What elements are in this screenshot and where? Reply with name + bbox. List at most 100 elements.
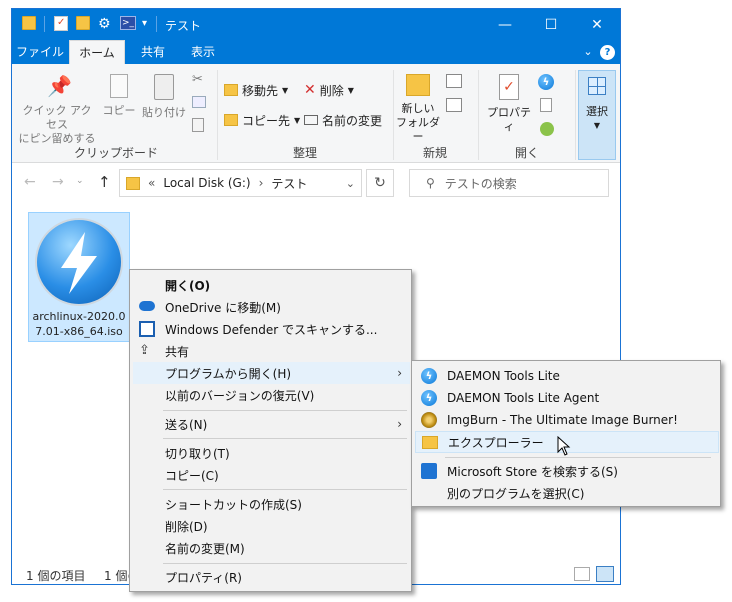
menu-item-label: 送る(N) — [165, 417, 208, 432]
properties-qat-icon[interactable]: ✓ — [54, 16, 68, 31]
menu-separator — [445, 457, 711, 458]
tab-view[interactable]: 表示 — [180, 40, 226, 64]
submenu-item-choose-program[interactable]: 別のプログラムを選択(C) — [415, 482, 719, 504]
paste-button[interactable]: 貼り付け — [140, 74, 188, 120]
file-item[interactable]: archlinux-2020.07.01-x86_64.iso — [28, 212, 130, 342]
menu-separator — [163, 410, 407, 411]
open-with-daemon-icon[interactable]: ϟ — [538, 74, 554, 90]
breadcrumb-folder[interactable]: テスト — [271, 175, 307, 192]
properties-icon: ✓ — [499, 74, 519, 100]
move-to-button[interactable]: 移動先 ▼ — [224, 80, 288, 100]
group-divider — [575, 70, 576, 160]
easy-access-icon[interactable] — [446, 98, 462, 112]
large-icons-view-icon[interactable] — [596, 566, 614, 582]
gear-icon[interactable]: ⚙ — [98, 16, 111, 34]
breadcrumb-overflow[interactable]: « — [148, 176, 155, 190]
copy-to-label: コピー先 — [242, 113, 291, 128]
new-folder-qat-icon[interactable] — [76, 16, 90, 30]
daemon-tools-file-icon — [35, 218, 123, 306]
organize-group-label: 整理 — [292, 146, 317, 160]
paste-shortcut-icon[interactable] — [192, 118, 204, 132]
menu-item-label: 開く(O) — [165, 278, 211, 293]
submenu-item-label: エクスプローラー — [448, 435, 544, 450]
search-box[interactable]: ⚲ テストの検索 — [409, 169, 609, 197]
daemon-tools-icon: ϟ — [421, 368, 437, 384]
submenu-item-daemon-agent[interactable]: ϟ DAEMON Tools Lite Agent — [415, 387, 719, 409]
powershell-icon[interactable]: >_ — [120, 16, 136, 30]
folder-icon — [126, 176, 140, 190]
title-bar[interactable]: ✓ ⚙ >_ ▾ テスト — ☐ ✕ — [12, 9, 620, 40]
copy-button[interactable]: コピー — [102, 74, 136, 118]
file-explorer-icon — [422, 436, 438, 449]
tab-file[interactable]: ファイル — [12, 40, 68, 64]
chevron-down-icon[interactable]: ⌄ — [580, 40, 596, 64]
recent-locations-icon[interactable]: ⌄ — [76, 176, 84, 186]
menu-item-send-to[interactable]: 送る(N) › — [133, 413, 410, 435]
select-label: 選択 — [586, 105, 608, 118]
delete-button[interactable]: ✕ 削除 ▼ — [304, 80, 354, 100]
menu-item-delete[interactable]: 削除(D) — [133, 515, 410, 537]
new-item-icon[interactable] — [446, 74, 462, 88]
qat-customize-icon[interactable]: ▾ — [142, 16, 147, 34]
cut-icon[interactable]: ✂ — [192, 72, 203, 87]
new-folder-button[interactable]: 新しい フォルダー — [396, 74, 440, 144]
menu-item-label: ショートカットの作成(S) — [165, 497, 302, 512]
menu-item-copy[interactable]: コピー(C) — [133, 464, 410, 486]
tab-home[interactable]: ホーム — [69, 40, 125, 64]
menu-item-create-shortcut[interactable]: ショートカットの作成(S) — [133, 493, 410, 515]
rename-button[interactable]: 名前の変更 — [304, 110, 382, 130]
edit-icon[interactable] — [540, 98, 552, 112]
submenu-item-label: 別のプログラムを選択(C) — [447, 486, 585, 501]
menu-item-defender[interactable]: Windows Defender でスキャンする... — [133, 318, 410, 340]
menu-item-label: プログラムから開く(H) — [165, 366, 292, 381]
menu-item-cut[interactable]: 切り取り(T) — [133, 442, 410, 464]
breadcrumb-separator-icon[interactable]: › — [259, 176, 264, 190]
menu-item-label: 共有 — [165, 344, 190, 359]
mouse-cursor-icon — [557, 436, 571, 456]
pin-quick-access-button[interactable]: 📌 クイック アクセス にピン留めする — [18, 74, 96, 146]
refresh-button[interactable]: ↻ — [366, 169, 394, 197]
address-bar[interactable]: « Local Disk (G:) › テスト ⌄ — [119, 169, 362, 197]
clipboard-group-label: クリップボード — [73, 146, 158, 160]
minimize-button[interactable]: — — [482, 9, 528, 40]
submenu-item-imgburn[interactable]: ImgBurn - The Ultimate Image Burner! — [415, 409, 719, 431]
new-folder-label: 新しい フォルダー — [396, 102, 440, 143]
menu-item-label: Windows Defender でスキャンする... — [165, 322, 378, 337]
menu-item-label: 名前の変更(M) — [165, 541, 245, 556]
up-arrow-icon[interactable]: ↑ — [98, 173, 111, 191]
open-with-submenu: ϟ DAEMON Tools Lite ϟ DAEMON Tools Lite … — [411, 360, 721, 507]
help-icon[interactable]: ? — [600, 45, 615, 60]
forward-arrow-icon[interactable]: → — [52, 174, 64, 190]
maximize-button[interactable]: ☐ — [528, 9, 574, 40]
copy-to-button[interactable]: コピー先 ▼ — [224, 110, 300, 130]
close-button[interactable]: ✕ — [574, 9, 620, 40]
submenu-item-store[interactable]: Microsoft Store を検索する(S) — [415, 460, 719, 482]
menu-item-share[interactable]: ⇪ 共有 — [133, 340, 410, 362]
menu-item-restore-versions[interactable]: 以前のバージョンの復元(V) — [133, 384, 410, 406]
history-icon[interactable] — [540, 122, 554, 136]
chevron-down-icon[interactable]: ⌄ — [346, 177, 355, 190]
menu-item-open[interactable]: 開く(O) — [133, 274, 410, 296]
copy-icon — [110, 74, 128, 98]
rename-label: 名前の変更 — [322, 113, 383, 128]
search-icon: ⚲ — [426, 176, 435, 190]
window-title: テスト — [165, 19, 202, 33]
copy-label: コピー — [102, 104, 136, 117]
menu-item-onedrive[interactable]: OneDrive に移動(M) — [133, 296, 410, 318]
submenu-item-daemon-lite[interactable]: ϟ DAEMON Tools Lite — [415, 365, 719, 387]
ribbon: 📌 クイック アクセス にピン留めする コピー 貼り付け ✂ クリップボード 移… — [12, 64, 620, 163]
tab-share[interactable]: 共有 — [130, 40, 176, 64]
back-arrow-icon[interactable]: ← — [24, 174, 36, 190]
details-view-icon[interactable] — [574, 567, 590, 581]
properties-button[interactable]: ✓ プロパティ — [482, 74, 536, 134]
breadcrumb-drive[interactable]: Local Disk (G:) — [163, 176, 250, 190]
menu-item-rename[interactable]: 名前の変更(M) — [133, 537, 410, 559]
menu-separator — [163, 438, 407, 439]
copy-path-icon[interactable] — [192, 96, 206, 108]
select-button[interactable]: 選択 ▼ — [578, 70, 616, 160]
copy-to-icon — [224, 114, 238, 126]
menu-item-open-with[interactable]: プログラムから開く(H) › — [133, 362, 410, 384]
navigation-bar: ← → ⌄ ↑ « Local Disk (G:) › テスト ⌄ ↻ ⚲ テス… — [12, 169, 620, 199]
move-to-label: 移動先 — [242, 83, 279, 98]
menu-item-properties[interactable]: プロパティ(R) — [133, 566, 410, 588]
